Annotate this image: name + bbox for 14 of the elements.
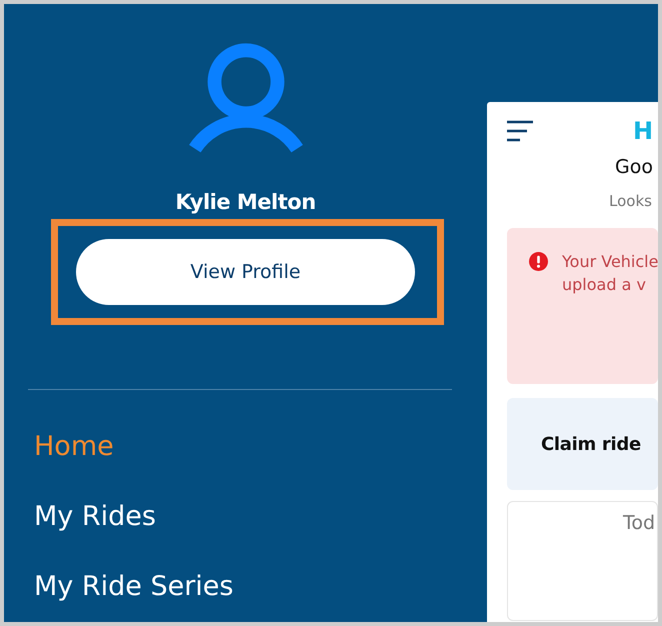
- menu-item[interactable]: My Ride Series: [34, 568, 234, 606]
- page-title: H: [633, 117, 654, 145]
- alert-message: Your Vehicle upload a v: [562, 251, 658, 296]
- claim-card[interactable]: Claim ride: [507, 398, 658, 490]
- subtitle-text: Looks: [609, 192, 653, 210]
- today-text: Tod: [623, 512, 656, 534]
- user-name: Kylie Melton: [175, 189, 316, 215]
- view-profile-button[interactable]: View Profile: [76, 239, 415, 305]
- user-avatar-icon: [186, 42, 304, 155]
- claim-text: Claim ride: [541, 434, 641, 454]
- menu-item[interactable]: My Rides: [34, 498, 234, 536]
- error-icon: [529, 252, 548, 271]
- menu-icon[interactable]: [507, 120, 533, 142]
- greeting-text: Goo: [615, 156, 654, 178]
